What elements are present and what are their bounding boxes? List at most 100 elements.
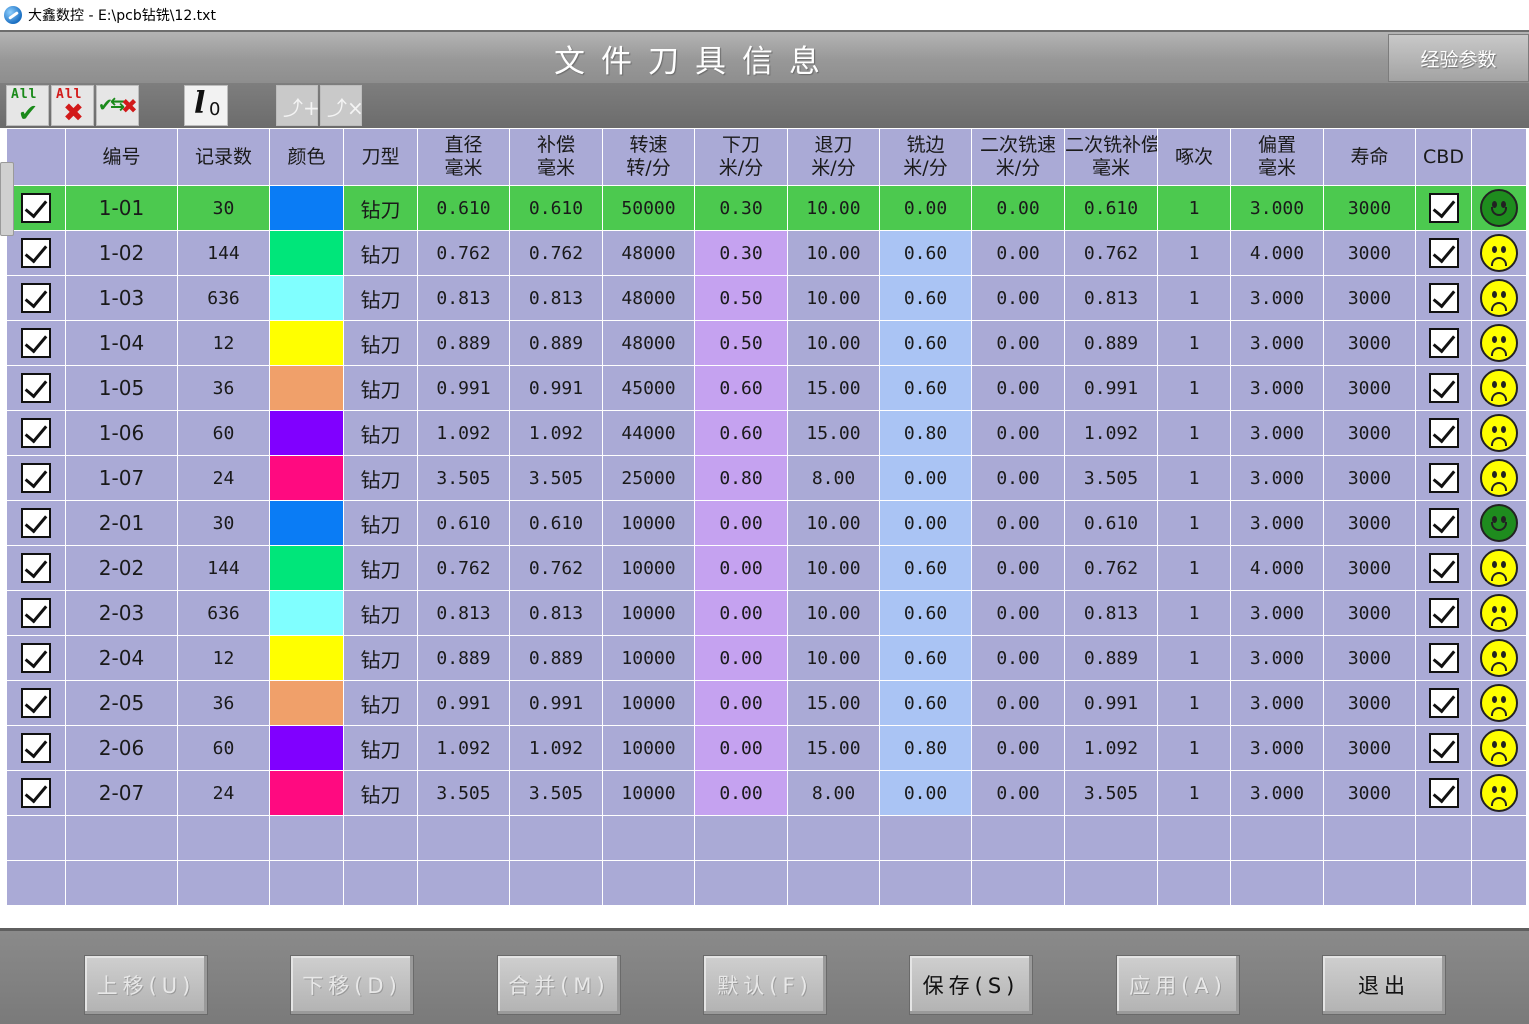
cell-type[interactable]: 钻刀 xyxy=(343,320,418,366)
header-color[interactable]: 颜色 xyxy=(269,128,344,186)
cell-feed[interactable]: 0.00 xyxy=(694,590,788,636)
cell-comp[interactable]: 0.762 xyxy=(509,230,603,276)
header-mill2speed[interactable]: 二次铣速 米/分 xyxy=(971,128,1065,186)
cell-offset[interactable]: 3.000 xyxy=(1230,320,1324,366)
cell-color[interactable] xyxy=(269,275,344,321)
header-peck[interactable]: 啄次 xyxy=(1157,128,1231,186)
color-swatch[interactable] xyxy=(270,456,343,500)
cell-count[interactable]: 636 xyxy=(177,590,270,636)
cell-color[interactable] xyxy=(269,365,344,411)
cell-offset[interactable]: 4.000 xyxy=(1230,230,1324,276)
cell-color[interactable] xyxy=(269,770,344,816)
cell-mill[interactable]: 0.80 xyxy=(879,410,972,456)
cell-mill[interactable]: 0.60 xyxy=(879,590,972,636)
cell-peck[interactable]: 1 xyxy=(1157,455,1231,501)
cell-feed[interactable]: 0.00 xyxy=(694,680,788,726)
cell-retract[interactable]: 10.00 xyxy=(787,500,880,546)
cell-life[interactable]: 3000 xyxy=(1323,590,1416,636)
cell-mill2speed[interactable]: 0.00 xyxy=(971,725,1065,771)
cell-offset[interactable]: 3.000 xyxy=(1230,635,1324,681)
cell-type[interactable]: 钻刀 xyxy=(343,635,418,681)
cell-comp[interactable]: 0.610 xyxy=(509,185,603,231)
cell-color[interactable] xyxy=(269,320,344,366)
color-swatch[interactable] xyxy=(270,726,343,770)
header-type[interactable]: 刀型 xyxy=(343,128,418,186)
cell-peck[interactable]: 1 xyxy=(1157,635,1231,681)
cell-mill2comp[interactable]: 0.991 xyxy=(1064,680,1158,726)
cell-diameter[interactable]: 3.505 xyxy=(417,770,510,816)
header-diameter[interactable]: 直径 毫米 xyxy=(417,128,510,186)
cell-type[interactable]: 钻刀 xyxy=(343,230,418,276)
cell-retract[interactable]: 10.00 xyxy=(787,635,880,681)
cell-retract[interactable]: 10.00 xyxy=(787,275,880,321)
cell-offset[interactable]: 3.000 xyxy=(1230,455,1324,501)
cell-type[interactable]: 钻刀 xyxy=(343,365,418,411)
cell-life[interactable]: 3000 xyxy=(1323,680,1416,726)
table-row[interactable]: 2-06 60 钻刀 1.092 1.092 10000 0.00 15.00 0.80 0.00… xyxy=(6,725,1527,771)
cell-id[interactable]: 2-04 xyxy=(65,635,178,681)
cell-id[interactable]: 1-01 xyxy=(65,185,178,231)
cell-color[interactable] xyxy=(269,185,344,231)
cell-feed[interactable]: 0.50 xyxy=(694,320,788,366)
cell-diameter[interactable]: 1.092 xyxy=(417,725,510,771)
cell-type[interactable]: 钻刀 xyxy=(343,680,418,726)
cell-peck[interactable]: 1 xyxy=(1157,680,1231,726)
cell-color[interactable] xyxy=(269,500,344,546)
cell-type[interactable]: 钻刀 xyxy=(343,275,418,321)
cell-comp[interactable]: 0.991 xyxy=(509,365,603,411)
select-all-button[interactable]: All ✔ xyxy=(6,85,49,127)
cell-life[interactable]: 3000 xyxy=(1323,725,1416,771)
default-button[interactable]: 默认(F) xyxy=(703,955,827,1015)
header-id[interactable]: 编号 xyxy=(65,128,178,186)
cell-feed[interactable]: 0.00 xyxy=(694,725,788,771)
cell-mill[interactable]: 0.60 xyxy=(879,680,972,726)
row-checkbox[interactable] xyxy=(21,418,51,448)
cell-comp[interactable]: 1.092 xyxy=(509,725,603,771)
cell-type[interactable]: 钻刀 xyxy=(343,410,418,456)
cell-mill2speed[interactable]: 0.00 xyxy=(971,185,1065,231)
cell-speed[interactable]: 10000 xyxy=(602,635,695,681)
cell-feed[interactable]: 0.60 xyxy=(694,365,788,411)
cell-count[interactable]: 60 xyxy=(177,410,270,456)
cell-speed[interactable]: 10000 xyxy=(602,770,695,816)
color-swatch[interactable] xyxy=(270,591,343,635)
cbd-checkbox[interactable] xyxy=(1428,238,1459,268)
table-row[interactable]: 2-04 12 钻刀 0.889 0.889 10000 0.00 10.00 0.60 0.00… xyxy=(6,635,1527,681)
cell-peck[interactable]: 1 xyxy=(1157,185,1231,231)
cell-count[interactable]: 30 xyxy=(177,500,270,546)
cell-peck[interactable]: 1 xyxy=(1157,725,1231,771)
table-row[interactable]: 1-01 30 钻刀 0.610 0.610 50000 0.30 10.00 0.00 0.00… xyxy=(6,185,1527,231)
row-checkbox[interactable] xyxy=(21,733,51,763)
cell-mill2speed[interactable]: 0.00 xyxy=(971,500,1065,546)
row-checkbox[interactable] xyxy=(21,328,51,358)
add-tool-button[interactable]: ⤴+ xyxy=(276,85,320,126)
cell-speed[interactable]: 10000 xyxy=(602,590,695,636)
save-button[interactable]: 保存(S) xyxy=(909,955,1033,1015)
cell-mill[interactable]: 0.60 xyxy=(879,365,972,411)
tool-zero-button[interactable]: l 0 xyxy=(184,85,228,126)
cell-id[interactable]: 1-06 xyxy=(65,410,178,456)
cell-life[interactable]: 3000 xyxy=(1323,275,1416,321)
cbd-checkbox[interactable] xyxy=(1428,193,1459,223)
cell-count[interactable]: 36 xyxy=(177,365,270,411)
cell-diameter[interactable]: 0.813 xyxy=(417,275,510,321)
cell-type[interactable]: 钻刀 xyxy=(343,185,418,231)
move-up-button[interactable]: 上移(U) xyxy=(84,955,208,1015)
cell-mill2comp[interactable]: 1.092 xyxy=(1064,725,1158,771)
cell-count[interactable]: 30 xyxy=(177,185,270,231)
cell-speed[interactable]: 25000 xyxy=(602,455,695,501)
cell-mill2speed[interactable]: 0.00 xyxy=(971,365,1065,411)
cell-diameter[interactable]: 1.092 xyxy=(417,410,510,456)
table-row[interactable]: 2-01 30 钻刀 0.610 0.610 10000 0.00 10.00 0.00 0.00… xyxy=(6,500,1527,546)
cell-color[interactable] xyxy=(269,725,344,771)
color-swatch[interactable] xyxy=(270,411,343,455)
cell-comp[interactable]: 0.889 xyxy=(509,635,603,681)
cell-feed[interactable]: 0.00 xyxy=(694,500,788,546)
cell-mill2speed[interactable]: 0.00 xyxy=(971,635,1065,681)
cell-offset[interactable]: 3.000 xyxy=(1230,680,1324,726)
cell-speed[interactable]: 10000 xyxy=(602,545,695,591)
cell-mill2comp[interactable]: 3.505 xyxy=(1064,455,1158,501)
cell-color[interactable] xyxy=(269,230,344,276)
cell-peck[interactable]: 1 xyxy=(1157,320,1231,366)
cell-id[interactable]: 2-06 xyxy=(65,725,178,771)
